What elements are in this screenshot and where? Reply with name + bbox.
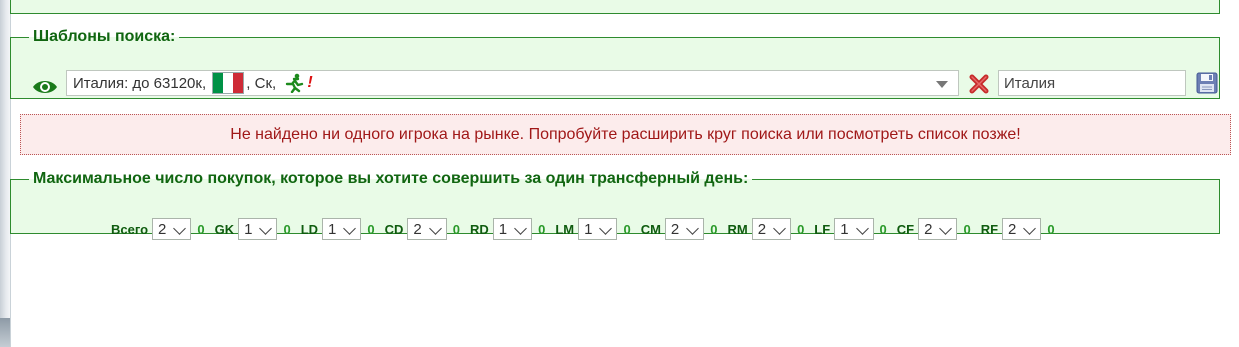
limit-select-value: 2 bbox=[158, 221, 167, 238]
floppy-disk-icon[interactable] bbox=[1196, 72, 1218, 94]
limit-item-ld: LD 1 0 bbox=[301, 218, 375, 240]
limit-count: 0 bbox=[538, 221, 546, 237]
limit-count: 0 bbox=[452, 221, 460, 237]
limit-item-cd: CD 2 0 bbox=[385, 218, 460, 240]
chevron-down-icon bbox=[343, 222, 357, 235]
search-templates-panel: Шаблоны поиска: Италия: до 63120к, , Ск,… bbox=[10, 28, 1220, 99]
limit-label: Всего bbox=[111, 221, 149, 237]
limit-select[interactable]: 1 bbox=[492, 218, 533, 240]
chevron-down-icon bbox=[1023, 222, 1037, 235]
limit-label: LM bbox=[555, 221, 575, 237]
limit-label: RD bbox=[469, 221, 489, 237]
chevron-down-icon bbox=[259, 222, 273, 235]
limit-count: 0 bbox=[1047, 221, 1055, 237]
chevron-down-icon bbox=[936, 81, 948, 88]
window-edge bbox=[0, 0, 10, 347]
limit-count: 0 bbox=[197, 221, 205, 237]
limit-item-gk: GK 1 0 bbox=[215, 218, 291, 240]
previous-panel-bottom bbox=[10, 0, 1220, 14]
limit-item-total: Всего 2 0 bbox=[111, 218, 205, 240]
chevron-down-icon bbox=[939, 222, 953, 235]
chevron-down-icon bbox=[855, 222, 869, 235]
alert-message: Не найдено ни одного игрока на рынке. По… bbox=[230, 125, 1021, 143]
limit-label: RM bbox=[727, 221, 748, 237]
chevron-down-icon bbox=[599, 222, 613, 235]
limit-item-cf: CF 2 0 bbox=[897, 218, 971, 240]
limit-select-value: 1 bbox=[498, 221, 508, 238]
limit-select-value: 1 bbox=[328, 221, 337, 238]
limit-select[interactable]: 1 bbox=[322, 218, 362, 240]
limit-select[interactable]: 2 bbox=[918, 218, 958, 240]
limit-item-cm: CM 2 0 bbox=[641, 218, 718, 240]
chevron-down-icon bbox=[428, 222, 442, 235]
template-text-after-flag: , Ск, bbox=[246, 74, 281, 92]
limit-item-rm: RM 2 0 bbox=[727, 218, 805, 240]
limit-item-rf: RF 2 0 bbox=[981, 218, 1055, 240]
running-player-icon bbox=[286, 73, 304, 93]
limit-label: CM bbox=[640, 221, 661, 237]
limit-select[interactable]: 2 bbox=[152, 218, 192, 240]
limit-select-value: 2 bbox=[670, 221, 680, 238]
limit-item-rd: RD 1 0 bbox=[470, 218, 545, 240]
limit-select[interactable]: 2 bbox=[407, 218, 447, 240]
limit-select[interactable]: 1 bbox=[238, 218, 278, 240]
chevron-down-icon bbox=[686, 222, 700, 235]
exclamation-mark: ! bbox=[307, 74, 313, 91]
limit-select-value: 1 bbox=[584, 221, 593, 238]
limit-select-value: 2 bbox=[757, 221, 767, 238]
limit-count: 0 bbox=[797, 221, 805, 237]
italy-flag-icon bbox=[212, 72, 245, 94]
limit-select-value: 2 bbox=[1008, 221, 1017, 238]
no-players-alert: Не найдено ни одного игрока на рынке. По… bbox=[20, 114, 1231, 155]
limit-label: GK bbox=[214, 221, 235, 237]
limit-count: 0 bbox=[710, 221, 718, 237]
template-select[interactable]: Италия: до 63120к, , Ск, ! bbox=[66, 70, 959, 96]
limit-select[interactable]: 2 bbox=[664, 218, 705, 240]
limit-select-value: 2 bbox=[413, 221, 422, 238]
limit-count: 0 bbox=[879, 221, 887, 237]
limit-item-lf: LF 1 0 bbox=[814, 218, 887, 240]
template-text-before-flag: Италия: до 63120к, bbox=[73, 74, 211, 92]
purchase-limits-legend: Максимальное число покупок, которое вы х… bbox=[33, 170, 749, 187]
limit-label: LD bbox=[300, 221, 319, 237]
limit-count: 0 bbox=[283, 221, 291, 237]
search-templates-legend: Шаблоны поиска: bbox=[33, 28, 176, 45]
limit-label: CF bbox=[896, 221, 915, 237]
limit-item-lm: LM 1 0 bbox=[555, 218, 631, 240]
limit-count: 0 bbox=[367, 221, 375, 237]
limit-select-value: 2 bbox=[924, 221, 933, 238]
chevron-down-icon bbox=[514, 222, 527, 235]
limit-count: 0 bbox=[963, 221, 971, 237]
limit-select-value: 1 bbox=[244, 221, 253, 238]
template-name-input[interactable] bbox=[998, 70, 1186, 96]
limit-select[interactable]: 2 bbox=[1002, 218, 1042, 240]
limit-count: 0 bbox=[623, 221, 631, 237]
chevron-down-icon bbox=[773, 222, 786, 235]
limit-select-value: 1 bbox=[840, 221, 849, 238]
limit-label: CD bbox=[384, 221, 404, 237]
purchase-limits-panel: Максимальное число покупок, которое вы х… bbox=[10, 170, 1220, 240]
limit-label: RF bbox=[980, 221, 999, 237]
chevron-down-icon bbox=[173, 222, 187, 235]
eye-icon[interactable] bbox=[32, 78, 58, 96]
limit-label: LF bbox=[814, 221, 831, 237]
limit-select[interactable]: 2 bbox=[751, 218, 792, 240]
edge-thumb bbox=[0, 318, 10, 347]
limits-row: Всего 2 0 GK 1 0 LD 1 0 CD 2 0 RD 1 0 LM… bbox=[111, 218, 1065, 240]
limit-select[interactable]: 1 bbox=[578, 218, 618, 240]
red-x-icon[interactable] bbox=[969, 74, 989, 94]
limit-select[interactable]: 1 bbox=[834, 218, 874, 240]
